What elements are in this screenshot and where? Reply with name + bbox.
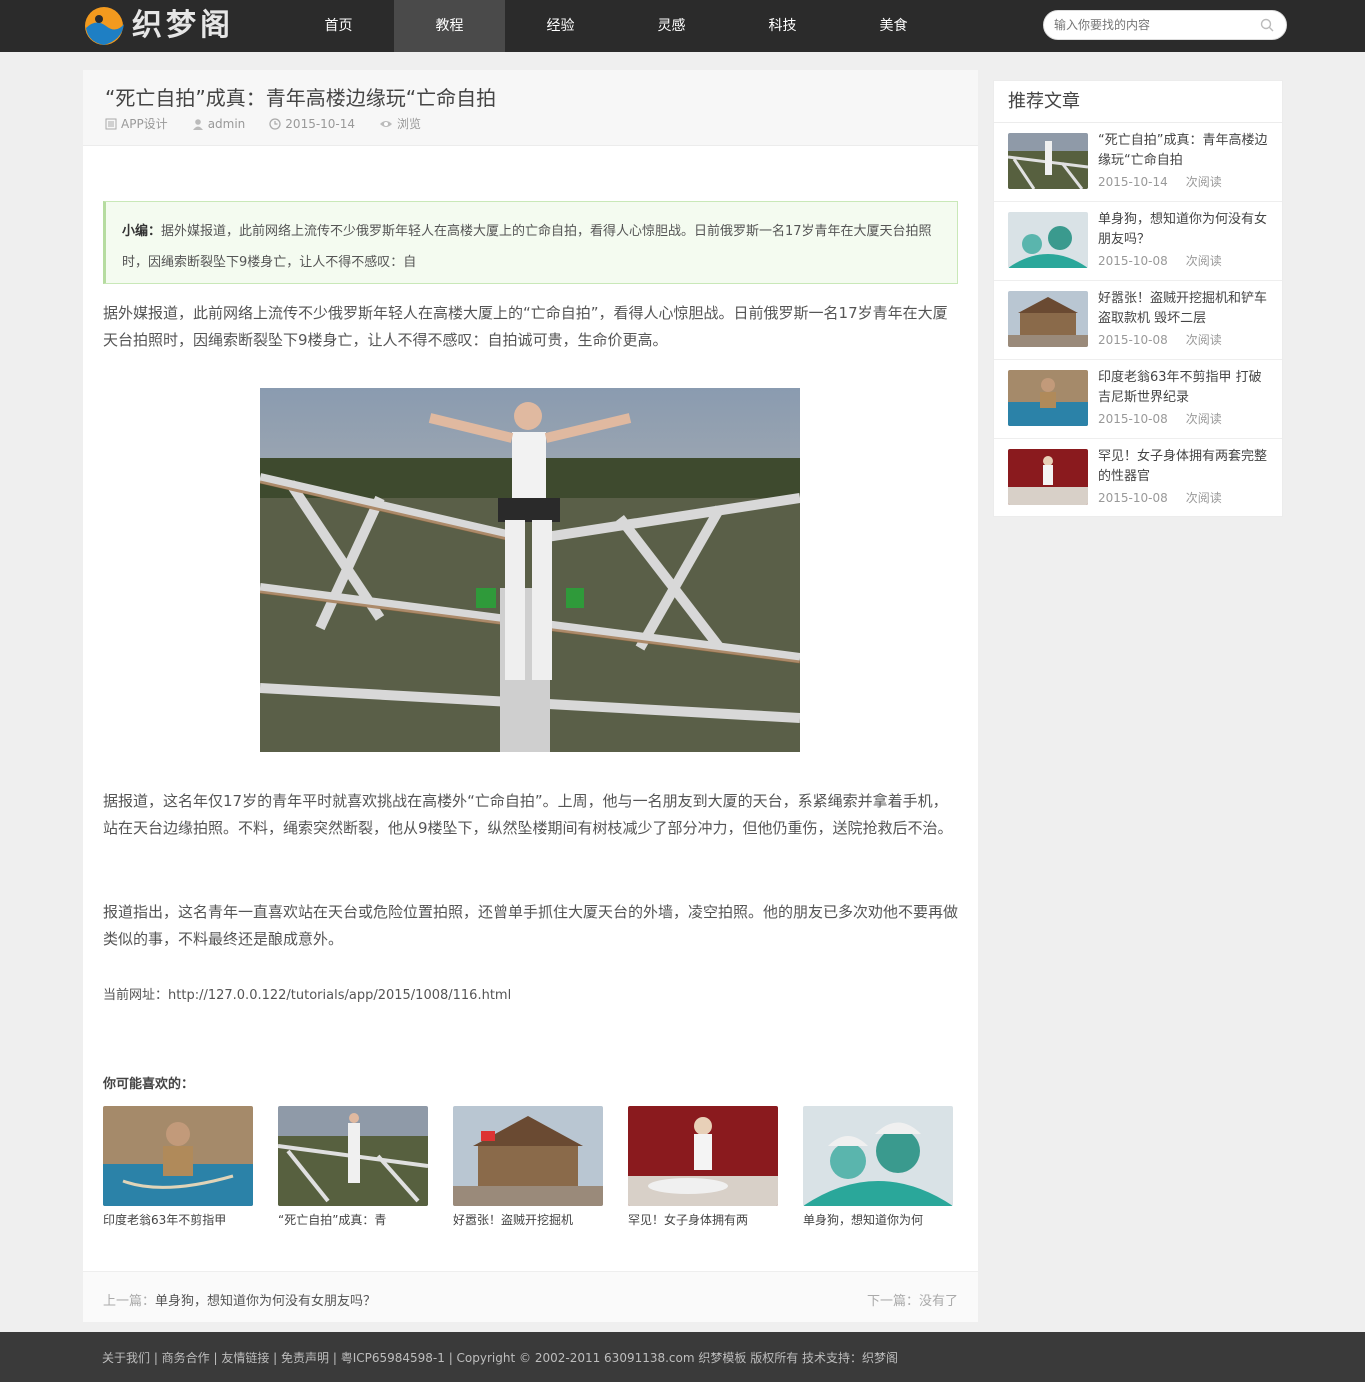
recommended-thumb: [1008, 212, 1088, 268]
recommended-item-title: 好嚣张！盗贼开挖掘机和铲车盗取款机 毁坏二层: [1098, 291, 1268, 326]
related-item[interactable]: 印度老翁63年不剪指甲: [103, 1106, 253, 1228]
prev-article: 上一篇：单身狗，想知道你为何没有女朋友吗？: [103, 1290, 376, 1309]
search-icon[interactable]: [1260, 18, 1274, 32]
user-icon: [192, 118, 203, 130]
next-label: 下一篇：: [866, 1294, 919, 1309]
summary-text: 据外媒报道，此前网络上流传不少俄罗斯年轻人在高楼大厦上的亡命自拍，看得人心惊胆战…: [122, 224, 932, 270]
related-item[interactable]: 单身狗，想知道你为何: [803, 1106, 953, 1228]
recommended-thumb: [1008, 133, 1088, 189]
meta-author-label: admin: [207, 116, 246, 131]
meta-category-label: APP设计: [121, 117, 168, 131]
nav-food[interactable]: 美食: [838, 0, 949, 52]
top-bar: 织梦阁 首页 教程 经验 灵感 科技 美食: [0, 0, 1365, 52]
meta-author: admin: [192, 115, 246, 132]
recommended-item-views: 次阅读: [1185, 333, 1222, 347]
recommended-item-views: 次阅读: [1185, 412, 1222, 426]
related-title: 你可能喜欢的：: [103, 1077, 195, 1092]
recommended-title: 推荐文章: [994, 81, 1282, 123]
meta-category[interactable]: APP设计: [105, 115, 168, 132]
recommended-panel: 推荐文章 “死亡自拍”成真：青年高楼边缘玩“亡命自拍 2015-10-14 次阅读…: [993, 80, 1283, 517]
recommended-item-title: 罕见！女子身体拥有两套完整的性器官: [1098, 449, 1268, 484]
recommended-thumb: [1008, 370, 1088, 426]
prev-label: 上一篇：: [103, 1294, 156, 1309]
recommended-item-meta: 2015-10-08 次阅读: [1098, 252, 1222, 269]
recommended-item[interactable]: 单身狗，想知道你为何没有女朋友吗？ 2015-10-08 次阅读: [994, 202, 1282, 281]
related-thumb-bridge: [278, 1106, 428, 1206]
meta-views: 浏览: [379, 115, 421, 132]
article-card: “死亡自拍”成真：青年高楼边缘玩“亡命自拍 APP设计 admin 2015-1…: [83, 70, 978, 1322]
recommended-item[interactable]: 印度老翁63年不剪指甲 打破吉尼斯世界纪录 2015-10-08 次阅读: [994, 360, 1282, 439]
recommended-item-views: 次阅读: [1185, 175, 1222, 189]
related-caption: 单身狗，想知道你为何: [803, 1213, 924, 1227]
recommended-item-views: 次阅读: [1185, 491, 1222, 505]
main-nav: 首页 教程 经验 灵感 科技 美食: [283, 0, 949, 52]
article-paragraph-1: 据外媒报道，此前网络上流传不少俄罗斯年轻人在高楼大厦上的“亡命自拍”，看得人心惊…: [103, 304, 948, 349]
next-article-title: 没有了: [918, 1294, 958, 1309]
recommended-item-title: “死亡自拍”成真：青年高楼边缘玩“亡命自拍: [1098, 133, 1268, 168]
recommended-item[interactable]: 好嚣张！盗贼开挖掘机和铲车盗取款机 毁坏二层 2015-10-08 次阅读: [994, 281, 1282, 360]
meta-date: 2015-10-14: [269, 115, 355, 132]
nav-tutorials[interactable]: 教程: [394, 0, 505, 52]
nav-inspiration[interactable]: 灵感: [616, 0, 727, 52]
logo-icon: [85, 7, 124, 45]
related-caption: “死亡自拍”成真：青: [278, 1213, 387, 1227]
current-url-link[interactable]: http://127.0.0.122/tutorials/app/2015/10…: [168, 988, 511, 1003]
recommended-item-meta: 2015-10-08 次阅读: [1098, 489, 1222, 506]
recommended-item-title: 单身狗，想知道你为何没有女朋友吗？: [1098, 212, 1268, 247]
article-image: [260, 388, 800, 752]
article-summary: 小编：据外媒报道，此前网络上流传不少俄罗斯年轻人在高楼大厦上的亡命自拍，看得人心…: [103, 201, 958, 284]
recommended-item-date: 2015-10-08: [1098, 333, 1168, 347]
related-item[interactable]: “死亡自拍”成真：青: [278, 1106, 428, 1228]
article-meta: APP设计 admin 2015-10-14 浏览: [105, 115, 445, 132]
current-url-label: 当前网址：: [103, 988, 169, 1003]
related-caption: 罕见！女子身体拥有两: [628, 1213, 749, 1227]
site-logo[interactable]: 织梦阁: [82, 4, 252, 48]
next-article: 下一篇：没有了: [867, 1290, 958, 1309]
article-title: “死亡自拍”成真：青年高楼边缘玩“亡命自拍: [105, 86, 497, 110]
recommended-item-date: 2015-10-08: [1098, 412, 1168, 426]
eye-icon: [380, 120, 393, 127]
search-input[interactable]: [1054, 15, 1254, 35]
recommended-item[interactable]: “死亡自拍”成真：青年高楼边缘玩“亡命自拍 2015-10-14 次阅读: [994, 123, 1282, 202]
footer-links-copyright: 关于我们 | 商务合作 | 友情链接 | 免责声明 | 粤ICP65984598…: [102, 1351, 899, 1365]
summary-label: 小编：: [122, 224, 162, 239]
related-caption: 好嚣张！盗贼开挖掘机: [453, 1213, 574, 1227]
recommended-thumb: [1008, 449, 1088, 505]
related-thumb-women: [628, 1106, 778, 1206]
related-list: 印度老翁63年不剪指甲 “死亡自拍”成真：青 好嚣张！盗贼开挖掘机 罕见！女子身…: [103, 1106, 978, 1228]
list-icon: [105, 118, 117, 129]
recommended-item-date: 2015-10-08: [1098, 254, 1168, 268]
prev-article-link[interactable]: 单身狗，想知道你为何没有女朋友吗？: [155, 1294, 376, 1309]
current-url: 当前网址：http://127.0.0.122/tutorials/app/20…: [103, 984, 511, 1003]
meta-date-label: 2015-10-14: [285, 116, 356, 131]
related-thumb-house: [453, 1106, 603, 1206]
search-box: [1043, 10, 1287, 40]
recommended-item-meta: 2015-10-14 次阅读: [1098, 173, 1222, 190]
recommended-item-title: 印度老翁63年不剪指甲 打破吉尼斯世界纪录: [1098, 370, 1262, 405]
related-item[interactable]: 好嚣张！盗贼开挖掘机: [453, 1106, 603, 1228]
article-pager: 上一篇：单身狗，想知道你为何没有女朋友吗？ 下一篇：没有了: [83, 1271, 978, 1322]
nav-tech[interactable]: 科技: [727, 0, 838, 52]
recommended-item-date: 2015-10-08: [1098, 491, 1168, 505]
related-thumb-masks: [803, 1106, 953, 1206]
bridge-selfie-image: [260, 388, 800, 752]
recommended-item[interactable]: 罕见！女子身体拥有两套完整的性器官 2015-10-08 次阅读: [994, 439, 1282, 518]
recommended-item-meta: 2015-10-08 次阅读: [1098, 331, 1222, 348]
related-item[interactable]: 罕见！女子身体拥有两: [628, 1106, 778, 1228]
article-paragraph-2: 据报道，这名年仅17岁的青年平时就喜欢挑战在高楼外“亡命自拍”。上周，他与一名朋…: [103, 792, 953, 837]
meta-views-label: 浏览: [397, 117, 422, 131]
recommended-item-date: 2015-10-14: [1098, 175, 1168, 189]
article-paragraph-3: 报道指出，这名青年一直喜欢站在天台或危险位置拍照，还曾单手抓住大厦天台的外墙，凌…: [103, 903, 959, 948]
nav-home[interactable]: 首页: [283, 0, 394, 52]
clock-icon: [269, 117, 281, 130]
recommended-item-meta: 2015-10-08 次阅读: [1098, 410, 1222, 427]
logo-text: 织梦阁: [132, 8, 234, 43]
related-thumb-nails: [103, 1106, 253, 1206]
related-caption: 印度老翁63年不剪指甲: [103, 1213, 227, 1227]
article-header: “死亡自拍”成真：青年高楼边缘玩“亡命自拍 APP设计 admin 2015-1…: [83, 70, 978, 146]
nav-experience[interactable]: 经验: [505, 0, 616, 52]
site-footer: 关于我们 | 商务合作 | 友情链接 | 免责声明 | 粤ICP65984598…: [0, 1332, 1365, 1382]
recommended-item-views: 次阅读: [1185, 254, 1222, 268]
recommended-thumb: [1008, 291, 1088, 347]
